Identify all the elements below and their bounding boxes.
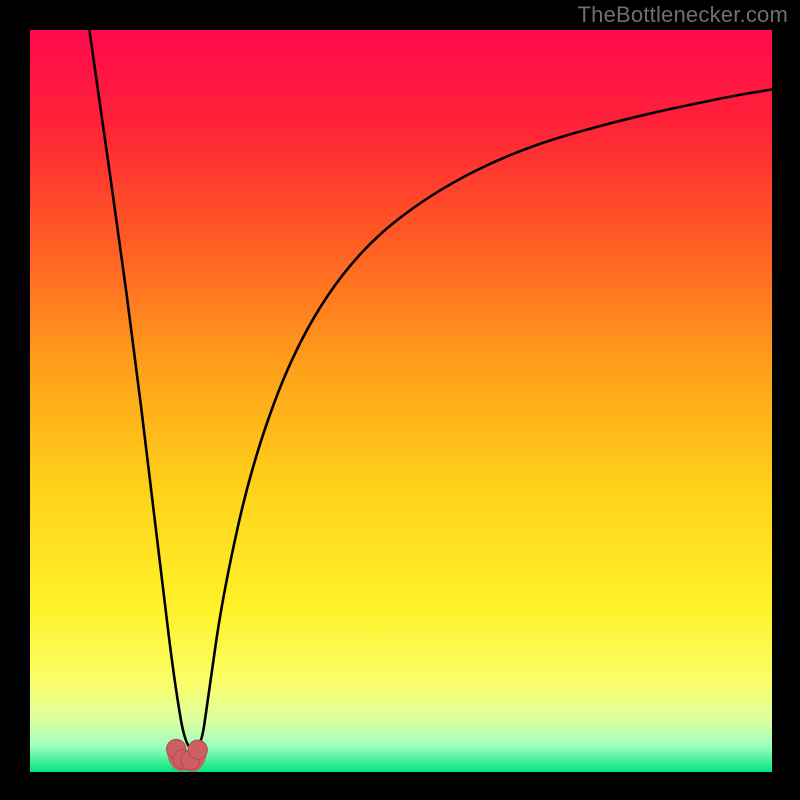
watermark-text: TheBottlenecker.com	[578, 2, 788, 28]
chart-frame: TheBottlenecker.com	[0, 0, 800, 800]
plot-area	[30, 30, 772, 772]
marker-dot	[188, 740, 207, 759]
plot-svg	[30, 30, 772, 772]
